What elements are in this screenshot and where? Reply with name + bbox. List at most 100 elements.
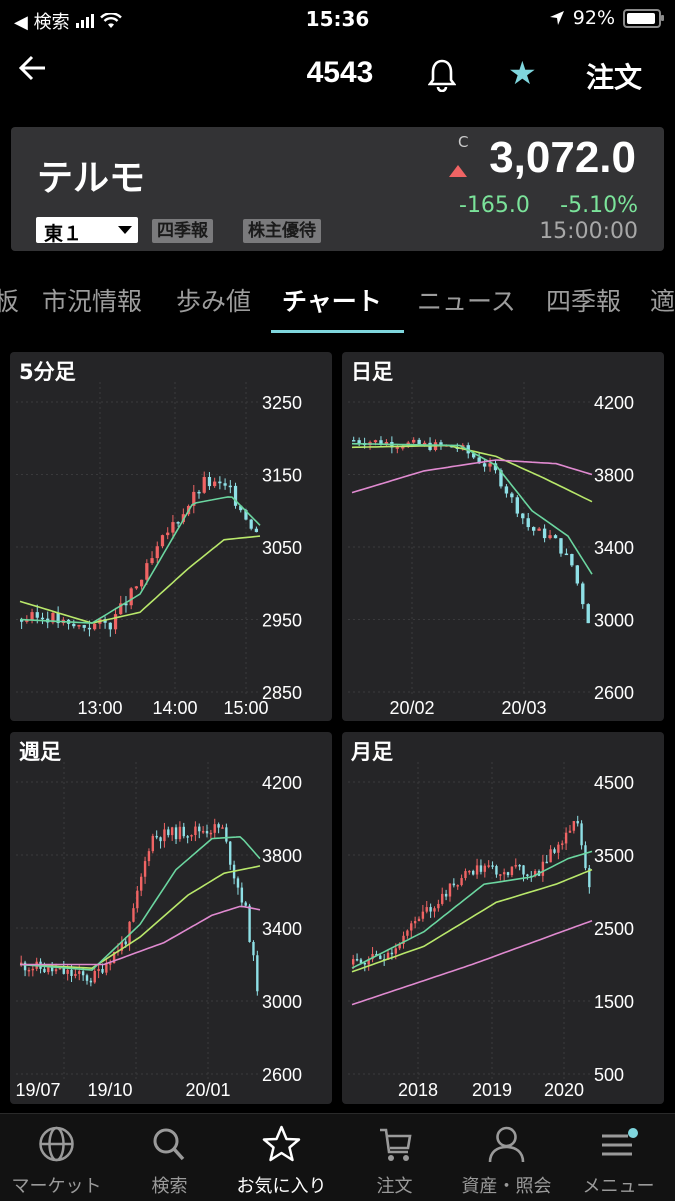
candle-body <box>413 921 417 924</box>
candle-body <box>244 902 247 906</box>
status-right: 92% <box>549 7 664 29</box>
candle-body <box>143 861 147 877</box>
chart-5min[interactable]: 3250 3150 3050 2950 2850 13:00 14:00 15:00 5分足 <box>10 352 332 721</box>
candle-body <box>201 831 205 833</box>
candle-body <box>487 865 490 867</box>
candle-body <box>395 447 400 449</box>
market-select[interactable]: 東１ <box>36 217 138 245</box>
info-tabs: 板 市況情報 歩み値 チャート ニュース 四季報 適 <box>0 270 675 336</box>
y-tick-label: 3250 <box>262 393 302 413</box>
candle-body <box>514 864 517 867</box>
candle-body <box>170 827 174 836</box>
candle-body <box>468 870 471 873</box>
chart-daily-svg: 4200 3800 3400 3000 2600 20/02 20/03 <box>348 382 634 718</box>
candle-body <box>406 930 409 936</box>
candle-body <box>30 612 34 621</box>
back-arrow-icon[interactable] <box>18 52 48 92</box>
candle-body <box>101 968 104 973</box>
candle-body <box>506 872 510 876</box>
candle-body <box>522 865 525 875</box>
candle-body <box>429 907 432 912</box>
nav-header: 4543 ★ 注文 <box>0 42 675 108</box>
candle-body <box>576 821 579 824</box>
candle-body <box>186 836 189 838</box>
candle-body <box>482 463 487 467</box>
candle-body <box>93 970 96 983</box>
candle-body <box>572 821 576 831</box>
candle-body <box>197 491 201 494</box>
chart-monthly-svg: 4500 3500 2500 1500 500 2018 2019 2020 <box>348 762 634 1100</box>
candle-body <box>575 565 580 584</box>
candle-body <box>444 893 448 897</box>
candle-body <box>537 528 541 531</box>
chart-5min-svg: 3250315030502950285013:00 14:00 15:00 <box>16 382 302 718</box>
candle-body <box>433 908 436 912</box>
candle-body <box>515 497 520 514</box>
candle-body <box>568 830 572 833</box>
y-tick-label: 4500 <box>594 773 634 793</box>
favorite-star-icon[interactable]: ★ <box>508 54 537 92</box>
x-tick-label: 19/10 <box>87 1080 132 1100</box>
candle-body <box>472 870 475 875</box>
candle-body <box>410 923 413 931</box>
candle-body <box>532 527 536 531</box>
tab-chart[interactable]: チャート <box>282 282 382 318</box>
candle-body <box>218 481 222 484</box>
candle-body <box>417 439 421 445</box>
chart-monthly[interactable]: 4500 3500 2500 1500 500 2018 2019 2020 月足 <box>342 732 664 1104</box>
candle-body <box>160 535 165 547</box>
candle-body <box>167 829 170 836</box>
candle-body <box>373 440 378 443</box>
chart-daily[interactable]: 4200 3800 3400 3000 2600 20/02 20/03 日足 <box>342 352 664 721</box>
y-tick-label: 3000 <box>262 992 302 1012</box>
stock-name: テルモ <box>37 158 146 199</box>
candle-body <box>190 835 193 837</box>
candle-body <box>155 835 158 838</box>
tab-shikiho[interactable]: 四季報 <box>546 282 621 318</box>
candle-body <box>417 918 421 922</box>
candle-body <box>209 832 213 835</box>
order-button[interactable]: 注文 <box>586 56 642 96</box>
candle-body <box>557 844 560 853</box>
candle-body <box>159 837 162 842</box>
tab-market-info[interactable]: 市況情報 <box>42 282 142 318</box>
shikiho-tag[interactable]: 四季報 <box>152 219 213 243</box>
candle-body <box>460 878 463 886</box>
candle-body <box>124 941 127 945</box>
candle-body <box>499 874 502 876</box>
chart-daily-title: 日足 <box>351 360 393 384</box>
candle-body <box>147 851 151 862</box>
tabbar-market-label: マーケット <box>11 1176 102 1197</box>
candle-body <box>464 871 467 879</box>
tabbar-order-label: 注文 <box>376 1176 413 1197</box>
candle-body <box>105 963 108 973</box>
price-change-percent: -5.10% <box>560 193 638 218</box>
candle-body <box>70 969 73 976</box>
candle-body <box>140 876 143 891</box>
tab-board[interactable]: 板 <box>0 282 19 318</box>
candle-body <box>421 911 425 919</box>
y-tick-label: 3000 <box>594 611 634 631</box>
tab-more[interactable]: 適 <box>650 282 675 318</box>
candle-body <box>502 872 506 875</box>
chart-weekly[interactable]: 4200 3800 3400 3000 2600 19/07 19/10 20/01 週足 <box>10 732 332 1104</box>
candle-body <box>437 903 440 909</box>
battery-percent: 92% <box>572 7 615 29</box>
candle-body <box>182 826 185 837</box>
candle-body <box>213 824 216 833</box>
bell-icon[interactable] <box>427 58 457 96</box>
tab-trades[interactable]: 歩み値 <box>176 282 251 318</box>
candle-body <box>31 968 35 971</box>
yutai-tag[interactable]: 株主優待 <box>243 219 321 243</box>
candle-body <box>541 861 545 876</box>
candle-body <box>394 948 397 954</box>
candle-body <box>425 907 428 912</box>
bottom-tab-bar: マーケット 検索 お気に入り 注文 資産・照会 メニュー <box>0 1113 675 1201</box>
candle-body <box>352 959 355 965</box>
cart-icon <box>380 1128 412 1161</box>
tabbar-search-label: 検索 <box>151 1176 188 1197</box>
tab-news[interactable]: ニュース <box>417 282 516 318</box>
y-tick-label: 2500 <box>594 919 634 939</box>
candle-body <box>401 446 405 449</box>
y-tick-label: 3050 <box>262 538 302 558</box>
